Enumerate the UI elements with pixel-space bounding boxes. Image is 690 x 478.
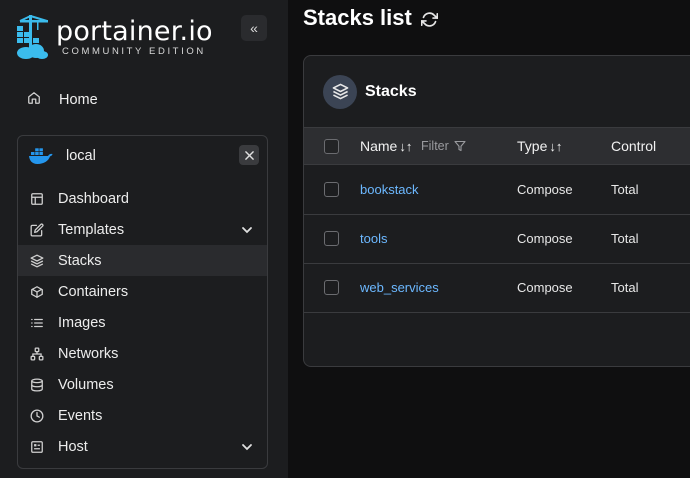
brand-name: portainer.io — [56, 16, 213, 47]
filter-icon — [454, 140, 466, 152]
network-icon — [29, 347, 45, 361]
stack-control: Total — [611, 182, 639, 197]
stack-name-link[interactable]: bookstack — [360, 182, 419, 197]
edit-icon — [29, 222, 45, 237]
table-row: tools Compose Total — [304, 215, 690, 264]
stack-control: Total — [611, 231, 639, 246]
environment-header: local — [18, 136, 267, 176]
row-checkbox[interactable] — [324, 182, 339, 197]
card-header: Stacks — [304, 56, 690, 127]
select-all-checkbox[interactable] — [324, 139, 339, 154]
sidebar-nav: Dashboard Templates Stacks Containers Im… — [18, 183, 267, 462]
sidebar-item-label: Volumes — [58, 376, 114, 393]
sidebar-item-label: Templates — [58, 221, 125, 238]
portainer-logo[interactable]: portainer.io COMMUNITY EDITION — [14, 14, 214, 64]
sidebar-item-label: Images — [58, 314, 106, 331]
table-header: Name ↓↑ Filter Type ↓↑ Control — [304, 127, 690, 165]
collapse-sidebar-button[interactable]: « — [241, 15, 267, 41]
layers-icon — [29, 254, 45, 268]
environment-name: local — [66, 148, 96, 164]
sidebar-item-label: Events — [58, 407, 103, 424]
refresh-icon[interactable] — [420, 11, 438, 28]
chevron-down-icon[interactable] — [241, 224, 253, 236]
stack-name-link[interactable]: web_services — [360, 280, 439, 295]
sidebar: portainer.io COMMUNITY EDITION « Home lo… — [0, 0, 288, 478]
filter-button[interactable]: Filter — [421, 139, 466, 153]
sidebar-item-label: Host — [58, 438, 88, 455]
row-checkbox[interactable] — [324, 231, 339, 246]
stack-type: Compose — [517, 231, 573, 246]
card-title: Stacks — [365, 82, 417, 100]
host-icon — [29, 440, 45, 454]
sidebar-item-label: Stacks — [58, 252, 102, 269]
sidebar-item-stacks[interactable]: Stacks — [18, 245, 267, 276]
column-header-control[interactable]: Control — [611, 138, 656, 154]
sidebar-item-dashboard[interactable]: Dashboard — [18, 183, 267, 214]
column-label: Control — [611, 138, 657, 154]
layers-icon — [332, 83, 348, 100]
column-label: Name — [360, 138, 398, 154]
sidebar-item-networks[interactable]: Networks — [18, 338, 267, 369]
table-row: bookstack Compose Total — [304, 166, 690, 215]
sidebar-item-host[interactable]: Host — [18, 431, 267, 462]
brand-edition: COMMUNITY EDITION — [62, 46, 206, 57]
filter-label: Filter — [421, 139, 449, 153]
home-icon — [27, 91, 47, 110]
column-header-type[interactable]: Type ↓↑ — [517, 138, 562, 154]
sort-icon[interactable]: ↓↑ — [549, 139, 562, 154]
sort-icon[interactable]: ↓↑ — [399, 139, 412, 154]
sidebar-item-home[interactable]: Home — [17, 84, 267, 116]
sidebar-item-label: Dashboard — [58, 190, 129, 207]
stacks-card-icon — [323, 74, 357, 109]
clock-icon — [29, 409, 45, 423]
stack-name-link[interactable]: tools — [360, 231, 387, 246]
row-checkbox[interactable] — [324, 280, 339, 295]
double-chevron-left-icon: « — [250, 20, 258, 36]
sidebar-item-label: Home — [59, 92, 98, 108]
dashboard-icon — [29, 192, 45, 206]
column-header-name[interactable]: Name ↓↑ — [360, 138, 412, 154]
table-row: web_services Compose Total — [304, 264, 690, 313]
close-environment-button[interactable] — [239, 145, 259, 165]
docker-icon — [29, 148, 53, 164]
environment-panel: local Dashboard Templates Stacks Contain… — [17, 135, 268, 469]
stack-control: Total — [611, 280, 639, 295]
close-icon — [244, 150, 254, 160]
page-title: Stacks list — [303, 5, 438, 31]
sidebar-item-containers[interactable]: Containers — [18, 276, 267, 307]
column-label: Type — [517, 138, 548, 154]
chevron-down-icon[interactable] — [241, 441, 253, 453]
stacks-card: Stacks Name ↓↑ Filter Type ↓↑ Control book… — [303, 55, 690, 367]
list-icon — [29, 316, 45, 330]
sidebar-item-templates[interactable]: Templates — [18, 214, 267, 245]
stack-type: Compose — [517, 182, 573, 197]
portainer-logo-icon — [17, 15, 48, 59]
sidebar-item-label: Containers — [58, 283, 129, 300]
sidebar-item-images[interactable]: Images — [18, 307, 267, 338]
database-icon — [29, 378, 45, 392]
box-icon — [29, 285, 45, 299]
sidebar-item-events[interactable]: Events — [18, 400, 267, 431]
stack-type: Compose — [517, 280, 573, 295]
sidebar-item-volumes[interactable]: Volumes — [18, 369, 267, 400]
app-root: portainer.io COMMUNITY EDITION « Home lo… — [0, 0, 690, 478]
page-title-text: Stacks list — [303, 5, 412, 30]
sidebar-item-label: Networks — [58, 345, 119, 362]
